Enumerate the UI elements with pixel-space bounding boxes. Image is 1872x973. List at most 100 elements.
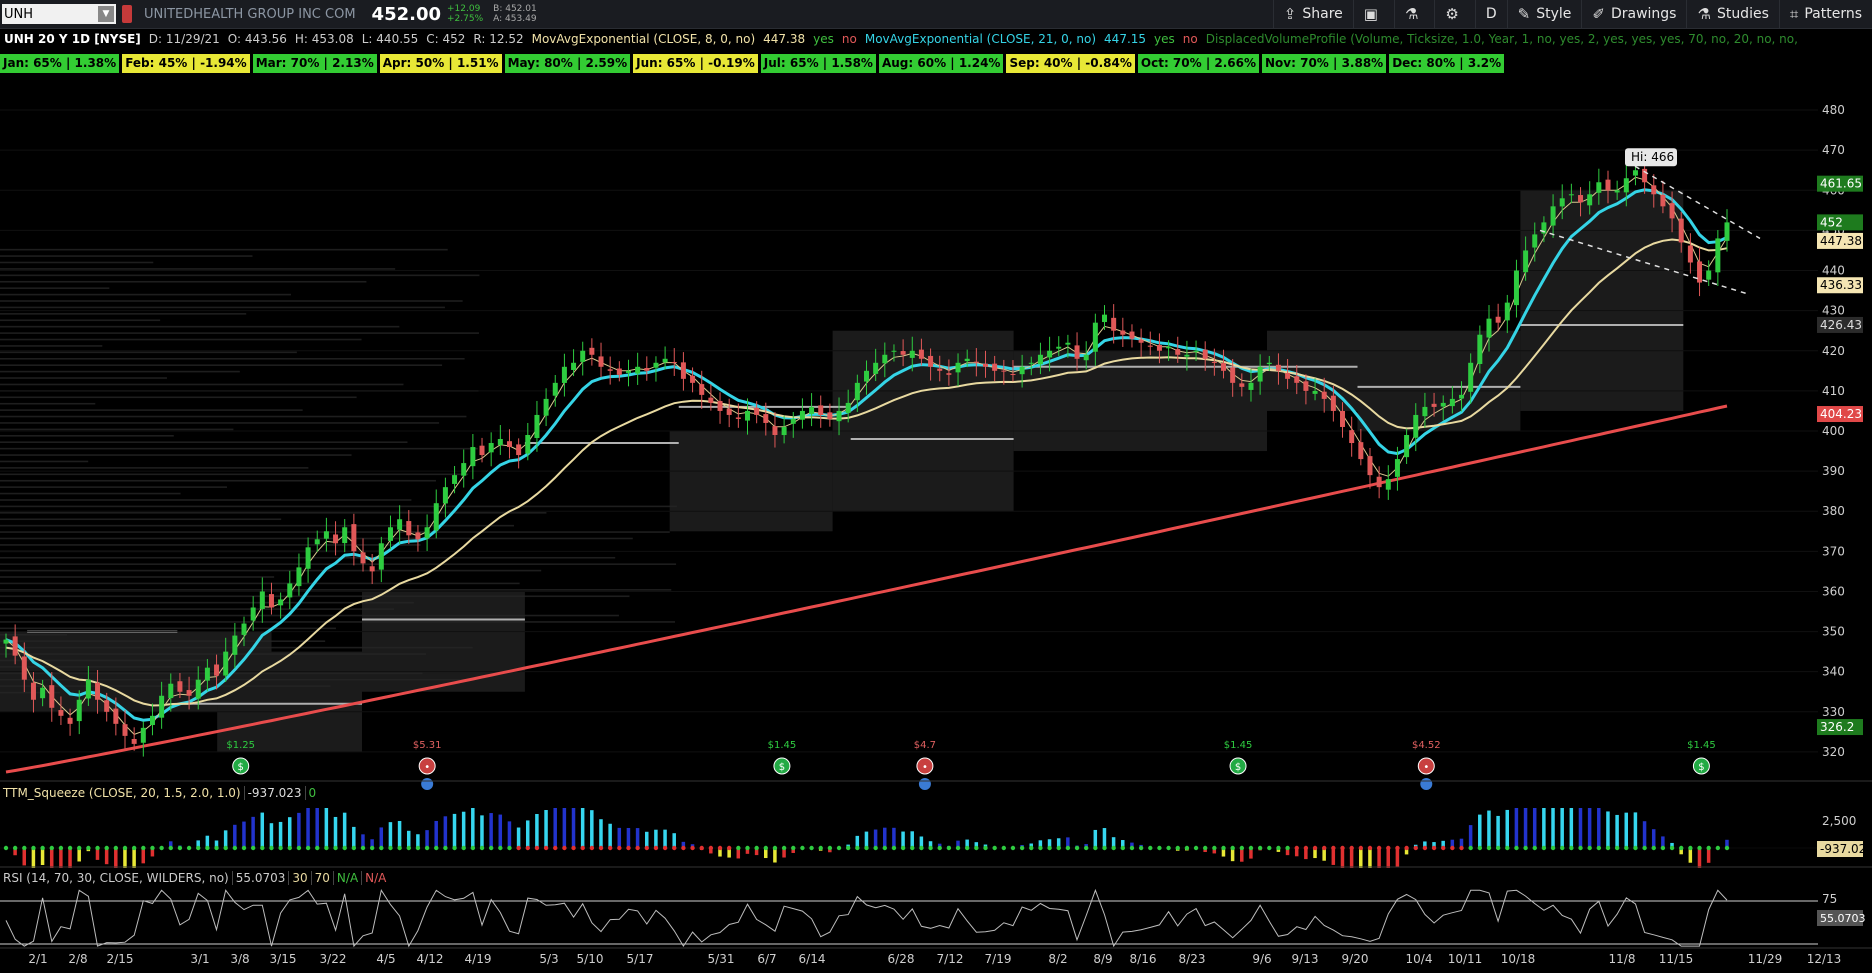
squeeze-dot	[1679, 845, 1684, 851]
bar-low: L: 440.55	[361, 32, 419, 46]
squeeze-bar	[379, 827, 384, 848]
squeeze-dot	[946, 845, 952, 851]
date-tick: 9/20	[1342, 952, 1369, 966]
candle-body	[342, 527, 348, 544]
vp-bar	[0, 422, 440, 424]
squeeze-dot	[1532, 845, 1537, 851]
toolbar-button-label: Style	[1536, 6, 1572, 22]
seasonality-bar: Jan: 65% | 1.38% Feb: 45% | -1.94% Mar: 70…	[0, 54, 1507, 74]
squeeze-dot	[40, 845, 45, 851]
squeeze-bar	[1651, 829, 1656, 848]
squeeze-dot	[1038, 845, 1043, 851]
chart-title: UNH 20 Y 1D [NYSE]	[4, 32, 141, 46]
candle-body	[864, 370, 869, 382]
toolbar-button-gear-icon[interactable]: ⚙	[1434, 0, 1474, 28]
net-change: +12.09	[447, 4, 481, 14]
dvp-label[interactable]: DisplacedVolumeProfile (Volume, Ticksize…	[1202, 30, 1800, 48]
ema21-label[interactable]: MovAvgExponential (CLOSE, 21, 0, no)	[861, 30, 1100, 48]
squeeze-bar	[1093, 829, 1098, 848]
squeeze-dot	[1587, 845, 1592, 851]
squeeze-dot	[278, 845, 283, 851]
squeeze-dot	[1148, 845, 1153, 851]
date-tick: 6/14	[799, 952, 826, 966]
candle-body	[717, 400, 723, 411]
company-name: UNITEDHEALTH GROUP INC COM	[144, 6, 356, 22]
squeeze-label[interactable]: TTM_Squeeze (CLOSE, 20, 1.5, 2.0, 1.0)	[0, 786, 244, 800]
squeeze-bar	[480, 815, 484, 848]
vp-bar	[0, 563, 677, 565]
date-tick: 2/15	[107, 952, 134, 966]
candle-body	[1092, 322, 1098, 352]
chart-canvas[interactable]: Hi: 466 $1.25 $ $5.31 • $1.45 $ $4.7 • $1.45 $ $4.…	[0, 0, 1872, 973]
squeeze-dot	[498, 845, 503, 851]
vp-bar	[0, 595, 630, 598]
toolbar-button-patterns[interactable]: ⌗ Patterns	[1778, 0, 1872, 28]
squeeze-dot	[159, 845, 164, 851]
squeeze-bar	[1587, 808, 1592, 848]
candle-body	[1394, 459, 1400, 477]
price-tick: 400	[1822, 424, 1845, 438]
candle-body	[928, 355, 934, 367]
toolbar-button-share[interactable]: ⇪ Share	[1272, 0, 1353, 28]
chevron-down-icon[interactable]: ▼	[98, 6, 114, 22]
vp-bar	[0, 486, 227, 488]
vp-bar	[0, 473, 469, 476]
candle-body	[671, 361, 677, 363]
price-tag-label: 436.33	[1820, 278, 1862, 292]
vp-bar	[0, 377, 167, 379]
squeeze-dot	[1166, 845, 1171, 851]
candle-body	[424, 527, 430, 539]
candle-body	[442, 487, 448, 504]
rsi-value: 55.0703	[231, 871, 289, 885]
toolbar-button-studies[interactable]: ⚗ Studies	[1686, 0, 1778, 28]
candle-body	[351, 524, 357, 552]
candle-body	[909, 350, 915, 358]
flag-icon[interactable]	[122, 5, 132, 23]
toolbar-button-workspace-icon[interactable]: ▣	[1352, 0, 1394, 28]
price-tick: 350	[1822, 625, 1845, 639]
patterns-icon: ⌗	[1789, 5, 1799, 23]
symbol-input[interactable]: UNH ▼	[2, 4, 116, 24]
squeeze-bar	[406, 830, 411, 848]
ema8-label[interactable]: MovAvgExponential (CLOSE, 8, 0, no)	[528, 30, 760, 48]
toolbar-button-drawings[interactable]: ✐ Drawings	[1581, 0, 1686, 28]
candle-body	[708, 397, 714, 403]
toolbar-button-label: D	[1485, 6, 1497, 22]
squeeze-dot	[781, 845, 787, 851]
squeeze-bar	[1642, 821, 1647, 848]
toolbar-button-style[interactable]: ✎ Style	[1506, 0, 1582, 28]
squeeze-dot	[86, 845, 91, 851]
candle-body	[836, 410, 842, 422]
squeeze-dot	[12, 845, 18, 851]
vp-bar	[0, 332, 479, 334]
news-icon	[918, 778, 931, 790]
event-glyph: $	[1698, 762, 1704, 773]
candle-body	[1202, 349, 1208, 359]
squeeze-bar	[1359, 848, 1363, 868]
squeeze-dot	[1212, 845, 1217, 851]
candle-body	[223, 651, 229, 676]
squeeze-dot	[1230, 845, 1235, 851]
price-tag-label: 452	[1820, 215, 1843, 229]
candle-body	[1550, 206, 1556, 226]
squeeze-bar	[1487, 810, 1491, 848]
squeeze-dot	[607, 845, 613, 851]
toolbar-button-flask-icon[interactable]: ⚗	[1393, 0, 1434, 28]
events[interactable]: $1.25 $ $5.31 • $1.45 $ $4.7 • $1.45 $ $4.52 • $1.45…	[226, 740, 1716, 790]
date-tick: 10/11	[1448, 952, 1483, 966]
price-tag-label: 426.43	[1820, 318, 1862, 332]
candle-body	[305, 547, 311, 569]
date-tick: 2/8	[68, 952, 87, 966]
date-tick: 3/15	[270, 952, 297, 966]
date-tick: 11/15	[1659, 952, 1694, 966]
squeeze-bar	[315, 808, 319, 848]
squeeze-dot	[269, 845, 274, 851]
event-label: $1.45	[768, 740, 797, 751]
squeeze-dot	[1276, 845, 1281, 851]
squeeze-bar	[1102, 828, 1107, 848]
squeeze-bar	[1688, 848, 1693, 863]
candle-body	[1056, 346, 1062, 349]
candle-body	[918, 349, 924, 359]
toolbar-button-d[interactable]: D	[1474, 0, 1507, 28]
rsi-label[interactable]: RSI (14, 70, 30, CLOSE, WILDERS, no)	[0, 871, 232, 885]
